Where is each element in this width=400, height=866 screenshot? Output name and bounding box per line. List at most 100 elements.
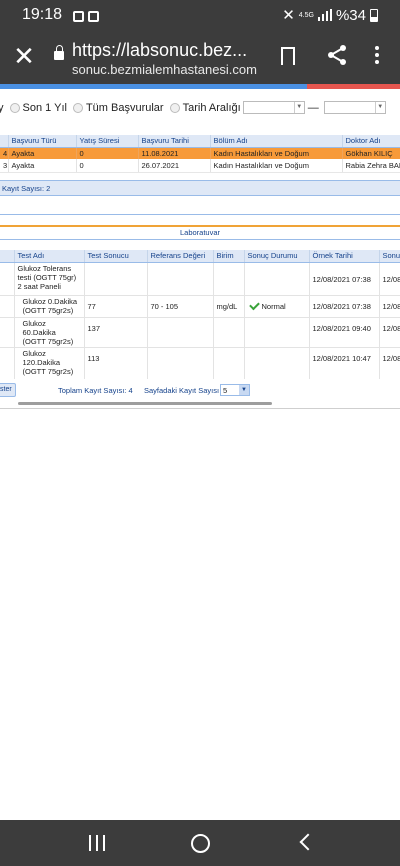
cell-sure: 0 [76, 159, 139, 173]
lab-results-grid: Test Adı Test Sonucu Referans Değeri Bir… [0, 250, 400, 381]
browser-toolbar: ✕ https://labsonuc.bez... sonuc.bezmiale… [0, 32, 400, 84]
url-domain[interactable]: sonuc.bezmialemhastanesi.com [72, 62, 257, 77]
start-date-input[interactable]: ▼ [242, 101, 305, 114]
signal-icon [317, 9, 332, 21]
cell-tarih: 26.07.2021 [138, 159, 211, 173]
back-icon[interactable] [299, 833, 317, 851]
battery-text: %34 [335, 6, 366, 24]
cell-ref [147, 262, 214, 296]
total-records: Toplam Kayıt Sayısı: 4 [58, 386, 133, 395]
notification-icon [88, 11, 99, 22]
cell-test: Glukoz 0.Dakika (OGTT 75gr2s) [14, 295, 85, 318]
cell-ref [147, 317, 214, 348]
radio-tumbasvurular[interactable] [72, 102, 83, 113]
date-dash: — [307, 101, 319, 114]
table-row-selected[interactable]: 4 Ayakta 0 11.08.2021 Kadın Hastalıkları… [0, 147, 400, 159]
radio-tarih-araligi[interactable] [169, 102, 180, 113]
lab-tab-title[interactable]: Laboratuvar [0, 228, 400, 237]
home-icon[interactable] [191, 834, 210, 853]
col-header[interactable]: Test Sonucu [84, 250, 148, 263]
cell-tur: Ayakta [8, 147, 77, 159]
basvuru-grid: Başvuru Türü Yatış Süresi Başvuru Tarihi… [0, 135, 400, 173]
url-title[interactable]: https://labsonuc.bez... [72, 40, 270, 61]
cell-test: Glukoz 60.Dakika (OGTT 75gr2s) [14, 317, 85, 348]
gallery-icon [73, 11, 84, 22]
chevron-down-icon[interactable]: ▼ [239, 385, 249, 395]
battery-icon [370, 8, 378, 22]
page-size-value: 5 [223, 386, 228, 395]
chevron-down-icon[interactable]: ▼ [374, 102, 385, 113]
col-header[interactable]: Test Adı [14, 250, 85, 263]
mute-icon: ✕ [282, 7, 295, 24]
cell-sonuc: 137 [84, 317, 148, 348]
row-number: 4 [0, 147, 9, 159]
table-row[interactable]: Glukoz 0.Dakika (OGTT 75gr2s) 77 70 - 10… [0, 295, 400, 318]
cell-test: Glukoz Tolerans testi (OGTT 75gr) 2 saat… [14, 262, 85, 296]
cell-ornek-tarihi: 12/08/2021 07:38 [309, 262, 380, 296]
col-header [0, 135, 9, 148]
col-header[interactable]: Sonuç [379, 250, 400, 263]
print-button[interactable]: ster [0, 383, 16, 397]
notification-icons [73, 9, 103, 27]
cell-ref [147, 347, 214, 381]
cell-ornek-tarihi: 12/08/2021 10:47 [309, 347, 380, 381]
record-count: Kayıt Sayısı: 2 [2, 184, 51, 193]
more-vert-icon[interactable] [370, 44, 384, 68]
share-icon[interactable] [326, 44, 348, 66]
table-row[interactable]: Glukoz 120.Dakika (OGTT 75gr2s) 113 12/0… [0, 347, 400, 381]
col-header[interactable]: Birim [213, 250, 245, 263]
cell-birim [213, 347, 245, 381]
col-header[interactable]: Doktor Adı [342, 135, 400, 148]
cell-doktor: Rabia Zehra BAK [342, 159, 400, 173]
status-normal: Normal [261, 301, 286, 311]
clock: 19:18 [22, 6, 63, 23]
system-nav-bar [0, 820, 400, 866]
cell-bolum: Kadın Hastalıkları ve Doğum [210, 159, 343, 173]
cell-sonuc: 77 [84, 295, 148, 318]
col-header[interactable]: Başvuru Türü [8, 135, 77, 148]
tumbasvurular-label[interactable]: Tüm Başvurular [86, 102, 164, 114]
cell-durum [244, 262, 310, 296]
col-header[interactable]: Yatış Süresi [76, 135, 139, 148]
recent-apps-icon[interactable] [89, 835, 105, 851]
date-filters: y Son 1 Yıl Tüm Başvurular Tarih Aralığı… [0, 101, 386, 114]
horizontal-scrollbar[interactable] [18, 402, 272, 405]
cell-sonuc-tarihi: 12/08 [379, 262, 400, 296]
divider [0, 239, 400, 240]
cell-sonuc [84, 262, 148, 296]
table-row[interactable]: Glukoz Tolerans testi (OGTT 75gr) 2 saat… [0, 262, 400, 296]
cell-sure: 0 [76, 147, 139, 159]
network-label: 4.5G [298, 11, 314, 19]
cell-birim [213, 317, 245, 348]
col-header[interactable]: Başvuru Tarihi [138, 135, 211, 148]
col-header[interactable]: Sonuç Durumu [244, 250, 310, 263]
col-header[interactable]: Referans Değeri [147, 250, 214, 263]
status-right: ✕ 4.5G %34 [282, 6, 378, 24]
cell-tarih: 11.08.2021 [138, 147, 211, 159]
table-row[interactable]: Glukoz 60.Dakika (OGTT 75gr2s) 137 12/08… [0, 317, 400, 348]
table-row[interactable]: 3 Ayakta 0 26.07.2021 Kadın Hastalıkları… [0, 159, 400, 173]
page-size-select[interactable]: 5 ▼ [220, 384, 250, 396]
tab-strip-line [0, 225, 400, 227]
bookmark-icon[interactable] [281, 47, 295, 66]
cell-durum: Normal [244, 295, 310, 318]
chevron-down-icon[interactable]: ▼ [293, 102, 304, 113]
lock-icon [54, 45, 64, 60]
col-header[interactable]: Bölüm Adı [210, 135, 343, 148]
lab-pager: ster Toplam Kayıt Sayısı: 4 Sayfadaki Ka… [0, 379, 400, 401]
tarih-araligi-label[interactable]: Tarih Aralığı [183, 102, 241, 114]
cell-ornek-tarihi: 12/08/2021 07:38 [309, 295, 380, 318]
cell-sonuc-tarihi: 12/08 [379, 317, 400, 348]
record-count-bar: Kayıt Sayısı: 2 [0, 180, 400, 196]
cell-bolum: Kadın Hastalıkları ve Doğum [210, 147, 343, 159]
page-size-label: Sayfadaki Kayıt Sayısı [144, 386, 220, 395]
radio-son1yil[interactable] [9, 102, 20, 113]
close-icon[interactable]: ✕ [12, 42, 36, 70]
cell-ornek-tarihi: 12/08/2021 09:40 [309, 317, 380, 348]
son1yil-label[interactable]: Son 1 Yıl [23, 102, 67, 114]
col-header [0, 250, 15, 263]
check-icon [248, 299, 260, 310]
cell-sonuc-tarihi: 12/08 [379, 347, 400, 381]
col-header[interactable]: Örnek Tarihi [309, 250, 380, 263]
end-date-input[interactable]: ▼ [323, 101, 386, 114]
